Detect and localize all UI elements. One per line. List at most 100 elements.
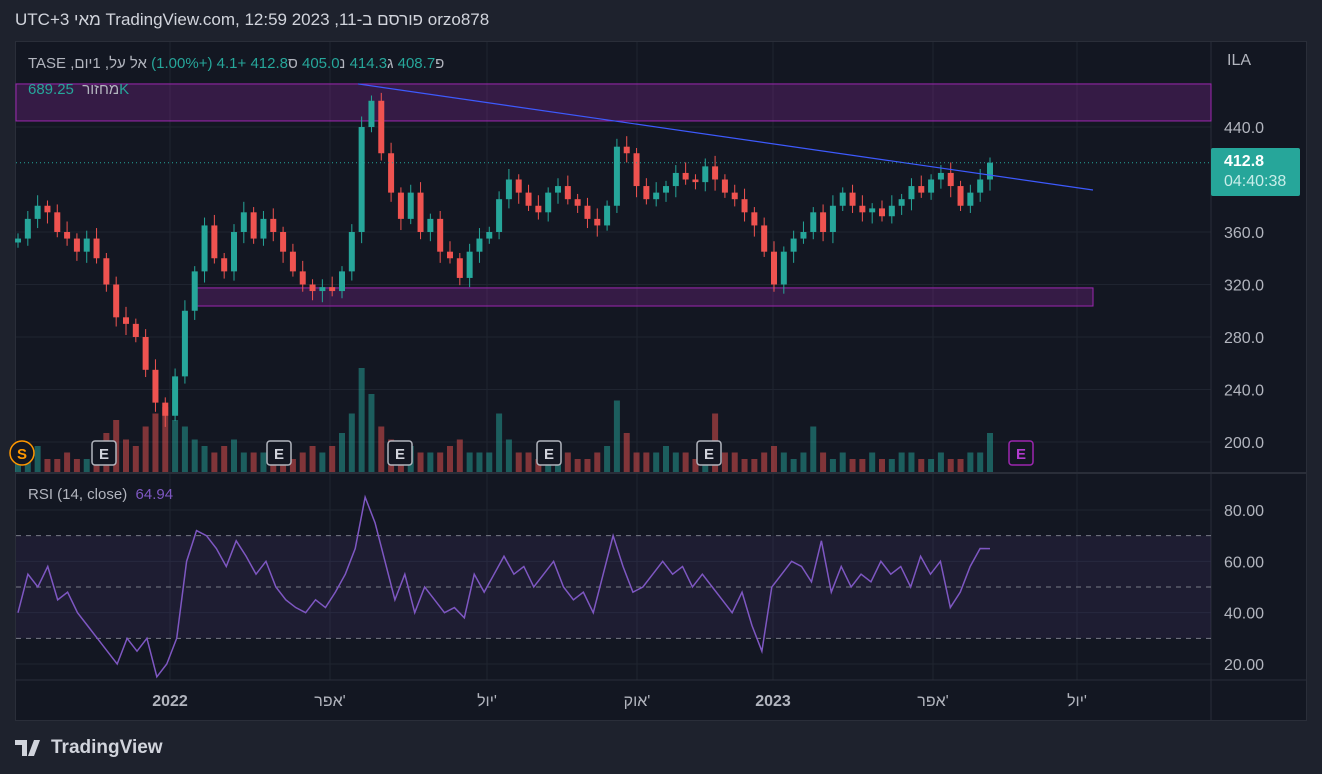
volume-bar	[839, 452, 846, 472]
candle-body	[211, 225, 218, 259]
candle-body	[113, 284, 120, 318]
candle-body	[957, 186, 964, 206]
candle-body	[358, 127, 365, 232]
volume-bar	[820, 452, 827, 472]
volume-bar	[918, 459, 925, 472]
volume-bar	[780, 452, 787, 472]
volume-bar	[859, 459, 866, 472]
low-value: 405.0	[302, 55, 340, 72]
volume-bar	[240, 452, 247, 472]
candle-body	[584, 205, 591, 219]
volume-bar	[172, 420, 179, 472]
candle-body	[574, 199, 581, 206]
candle-body	[466, 251, 473, 278]
volume-bar	[456, 439, 463, 472]
time-tick: 2022	[152, 693, 188, 710]
candle-body	[898, 199, 905, 206]
candle-body	[741, 199, 748, 213]
candle-body	[142, 337, 149, 370]
candle-body	[888, 205, 895, 217]
volume-bar	[682, 452, 689, 472]
candle-body	[947, 172, 954, 187]
candle-body	[604, 205, 611, 226]
tradingview-logo[interactable]: TradingView	[15, 737, 163, 759]
close-value: 412.8	[250, 55, 288, 72]
candle-body	[83, 238, 90, 252]
volume-bar	[810, 426, 817, 472]
candle-body	[260, 218, 267, 239]
candle-body	[918, 186, 925, 193]
rsi-legend[interactable]: RSI (14, close) 64.94	[28, 486, 173, 503]
candle-body	[309, 284, 316, 292]
candle-body	[555, 186, 561, 193]
candle-body	[191, 271, 198, 311]
candle-body	[152, 369, 159, 403]
volume-bar	[515, 452, 522, 472]
volume-bar	[191, 439, 198, 472]
candle-body	[761, 225, 768, 252]
time-tick: אוק'	[624, 693, 651, 710]
split-marker-label: S	[17, 446, 27, 463]
candle-body	[810, 212, 817, 232]
volume-bar	[339, 433, 345, 472]
earnings-marker-label: E	[544, 446, 554, 463]
rsi-tick: 80.00	[1224, 503, 1264, 520]
volume-bar	[898, 452, 905, 472]
candle-body	[44, 205, 51, 213]
volume-bar	[231, 439, 237, 472]
volume-bar	[800, 452, 807, 472]
high-value: 414.3	[349, 55, 388, 72]
volume-bar	[299, 452, 306, 472]
volume-bar	[751, 459, 758, 472]
candle-body	[908, 186, 915, 200]
volume-bar	[829, 459, 836, 472]
volume-bar	[466, 452, 473, 472]
volume-bar	[201, 446, 208, 472]
candle-body	[181, 310, 188, 377]
earnings-marker-label: E	[704, 446, 714, 463]
tradingview-logo-icon	[15, 740, 40, 756]
volume-bar	[663, 446, 669, 472]
candle-body	[515, 179, 522, 193]
candle-body	[977, 179, 984, 193]
ohlc-legend: אל על, 1יום, TASE פ408.7 ג414.3 נ405.0 ס…	[28, 55, 444, 72]
volume-bar	[329, 446, 336, 472]
candle-body	[368, 100, 375, 127]
candle-body	[289, 251, 296, 272]
last-price: 412.8	[1224, 153, 1265, 170]
candle-body	[505, 179, 512, 200]
low-label: נ	[339, 55, 346, 72]
volume-bar	[34, 446, 41, 472]
candle-body	[407, 192, 414, 219]
candle-body	[967, 192, 974, 206]
volume-bar	[83, 459, 90, 472]
volume-legend: מחזור 689.25K	[28, 81, 129, 98]
candle-body	[437, 218, 444, 252]
open-label: פ	[435, 55, 445, 72]
volume-bar	[594, 452, 601, 472]
volume-bar	[967, 452, 974, 472]
volume-bar	[643, 452, 650, 472]
candle-body	[280, 232, 287, 252]
volume-bar	[64, 452, 71, 472]
bar-countdown: 04:40:38	[1224, 173, 1287, 190]
candle-body	[201, 225, 208, 272]
volume-bar	[849, 459, 856, 472]
rsi-value: 64.94	[135, 486, 174, 503]
candle-body	[496, 199, 503, 232]
last-price-tag: 412.8 04:40:38	[1211, 148, 1300, 196]
candle-body	[594, 218, 601, 226]
symbol-label[interactable]: אל על, 1יום, TASE	[28, 55, 147, 72]
price-tick: 360.0	[1224, 225, 1264, 242]
chart-canvas[interactable]: E E E E E E S 440.0 360.0 320.0 280.0 240.0 200.0 80.…	[0, 0, 1322, 774]
candle-body	[162, 402, 169, 416]
candle-body	[535, 205, 542, 213]
candle-body	[800, 232, 807, 239]
rsi-tick: 40.00	[1224, 606, 1264, 623]
candle-body	[250, 212, 257, 239]
rsi-tick: 60.00	[1224, 554, 1264, 571]
high-label: ג	[387, 55, 394, 72]
candle-body	[270, 218, 277, 232]
rsi-band-fill	[16, 535, 1211, 639]
currency-label: ILA	[1227, 52, 1252, 69]
